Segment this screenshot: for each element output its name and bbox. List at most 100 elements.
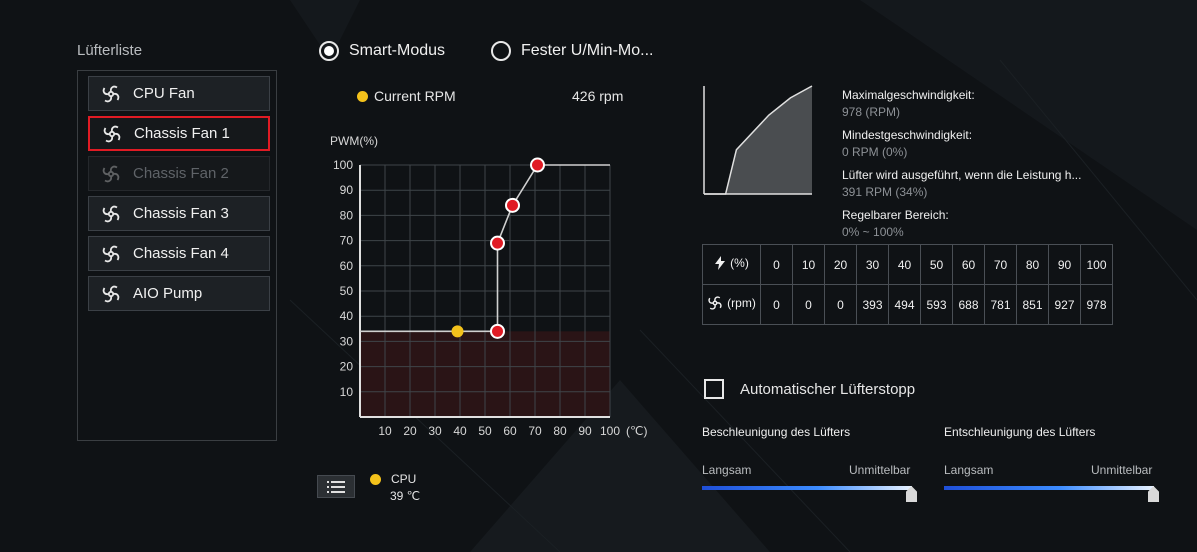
- fan-item-chassis-fan-2: Chassis Fan 2: [88, 156, 270, 191]
- speed-area: [704, 86, 812, 194]
- rpm-cell: 927: [1048, 284, 1081, 325]
- list-icon: [327, 480, 345, 493]
- percent-cell: 70: [984, 244, 1017, 285]
- fan-item-chassis-fan-4[interactable]: Chassis Fan 4: [88, 236, 270, 271]
- info-value: 978 (RPM): [842, 105, 901, 119]
- current-dot-icon: [357, 90, 368, 102]
- rpm-cell: 0: [824, 284, 857, 325]
- percent-cell: 10: [792, 244, 825, 285]
- info-key: Regelbarer Bereich:: [842, 208, 949, 222]
- percent-cell: 0: [760, 244, 793, 285]
- cpu-label: CPU: [391, 472, 417, 486]
- accel-slider-title: Beschleunigung des Lüfters: [702, 425, 851, 439]
- curve-control-point[interactable]: [490, 323, 505, 339]
- y-tick-label: 60: [340, 259, 354, 273]
- info-value: 0 RPM (0%): [842, 145, 908, 159]
- fan-item-label: Chassis Fan 4: [133, 245, 229, 262]
- range-info: Regelbarer Bereich: 0% ~ 100%: [842, 208, 949, 239]
- x-tick-label: 80: [553, 424, 567, 438]
- percent-cell: 30: [856, 244, 889, 285]
- rpm-header: (rpm): [702, 284, 761, 325]
- curve-control-point[interactable]: [490, 235, 505, 251]
- decel-slider-track[interactable]: [944, 486, 1154, 490]
- rpm-cell: 0: [760, 284, 793, 325]
- sensor-list-button[interactable]: [317, 475, 355, 498]
- rpm-cell: 978: [1080, 284, 1113, 325]
- radio-unselected-icon: [491, 41, 511, 61]
- y-tick-label: 80: [340, 208, 354, 222]
- y-tick-label: 90: [340, 183, 354, 197]
- percent-cell: 100: [1080, 244, 1113, 285]
- percent-header: (%): [702, 244, 761, 285]
- radio-selected-icon: [319, 41, 339, 61]
- rpm-table: (%) 0 10 20 30 40 50 60 70 80 90 100 (rp…: [702, 244, 1113, 325]
- fixed-rpm-mode-radio[interactable]: Fester U/Min-Mo...: [491, 41, 653, 61]
- checkbox-unchecked-icon: [704, 379, 724, 399]
- fan-item-chassis-fan-3[interactable]: Chassis Fan 3: [88, 196, 270, 231]
- fan-item-label: Chassis Fan 2: [133, 165, 229, 182]
- curve-control-point[interactable]: [505, 197, 520, 213]
- rpm-cell: 0: [792, 284, 825, 325]
- cpu-dot-icon: [370, 473, 381, 485]
- accel-slider-track[interactable]: [702, 486, 912, 490]
- percent-cell: 80: [1016, 244, 1049, 285]
- x-tick-label: 30: [428, 424, 442, 438]
- x-tick-label: 60: [503, 424, 517, 438]
- x-tick-label: 90: [578, 424, 592, 438]
- fan-item-chassis-fan-1[interactable]: Chassis Fan 1: [88, 116, 270, 151]
- rpm-cell: 494: [888, 284, 921, 325]
- fan-icon: [102, 285, 120, 302]
- percent-cell: 60: [952, 244, 985, 285]
- accel-slider-left-label: Langsam: [702, 463, 752, 477]
- current-rpm-text: Current RPM: [374, 88, 456, 104]
- fan-item-label: CPU Fan: [133, 85, 195, 102]
- curve-control-point[interactable]: [530, 157, 545, 173]
- fan-item-label: AIO Pump: [133, 285, 203, 302]
- auto-fan-stop-checkbox[interactable]: Automatischer Lüfterstopp: [704, 379, 915, 399]
- info-key: Mindestgeschwindigkeit:: [842, 128, 973, 142]
- y-tick-label: 10: [340, 385, 354, 399]
- fan-item-aio-pump[interactable]: AIO Pump: [88, 276, 270, 311]
- decel-slider-right-label: Unmittelbar: [1091, 463, 1153, 477]
- max-speed-info: Maximalgeschwindigkeit: 978 (RPM): [842, 88, 975, 119]
- x-tick-label: 100: [600, 424, 620, 438]
- decel-slider-left-label: Langsam: [944, 463, 994, 477]
- auto-fan-stop-label: Automatischer Lüfterstopp: [740, 380, 916, 398]
- info-value: 0% ~ 100%: [842, 225, 904, 239]
- x-tick-label: 10: [378, 424, 392, 438]
- start-speed-info: Lüfter wird ausgeführt, wenn die Leistun…: [842, 168, 1081, 199]
- x-tick-label: 20: [403, 424, 417, 438]
- fan-icon: [708, 296, 722, 310]
- fan-icon: [102, 85, 120, 102]
- info-key: Lüfter wird ausgeführt, wenn die Leistun…: [842, 168, 1082, 182]
- fan-item-label: Chassis Fan 3: [133, 205, 229, 222]
- fixed-rpm-mode-label: Fester U/Min-Mo...: [521, 42, 654, 59]
- y-tick-label: 30: [340, 334, 354, 348]
- fan-curve-chart[interactable]: 10 20 30 40 50 60 70 80 90 100 10 20 30 40 50 60 70 80 90 1…: [320, 125, 650, 445]
- y-tick-label: 20: [340, 360, 354, 374]
- x-axis-unit: (℃): [626, 424, 647, 438]
- y-tick-label: 40: [340, 309, 354, 323]
- rpm-cell: 393: [856, 284, 889, 325]
- fan-icon: [103, 125, 121, 142]
- decel-slider-title: Entschleunigung des Lüfters: [944, 425, 1096, 439]
- fan-list: CPU Fan Chassis Fan 1 Chassis Fan 2 Chas…: [77, 70, 277, 441]
- cpu-temp-legend: CPU 39 ℃: [370, 472, 420, 503]
- accel-slider-right-label: Unmittelbar: [849, 463, 911, 477]
- rpm-cell: 688: [952, 284, 985, 325]
- x-tick-label: 70: [528, 424, 542, 438]
- fan-item-label: Chassis Fan 1: [134, 125, 230, 142]
- current-rpm-label: Current RPM: [357, 88, 456, 104]
- percent-cell: 40: [888, 244, 921, 285]
- y-tick-label: 70: [340, 234, 354, 248]
- smart-mode-radio[interactable]: Smart-Modus: [319, 41, 445, 61]
- speed-preview-chart: [703, 85, 813, 195]
- rpm-cell: 593: [920, 284, 953, 325]
- fan-list-title: Lüfterliste: [77, 42, 143, 59]
- percent-cell: 90: [1048, 244, 1081, 285]
- fan-item-cpu-fan[interactable]: CPU Fan: [88, 76, 270, 111]
- current-rpm-value: 426 rpm: [572, 88, 624, 104]
- rpm-row: (rpm) 0 0 0 393 494 593 688 781 851 927 …: [702, 284, 1113, 325]
- x-tick-label: 40: [453, 424, 467, 438]
- fan-icon: [102, 165, 120, 182]
